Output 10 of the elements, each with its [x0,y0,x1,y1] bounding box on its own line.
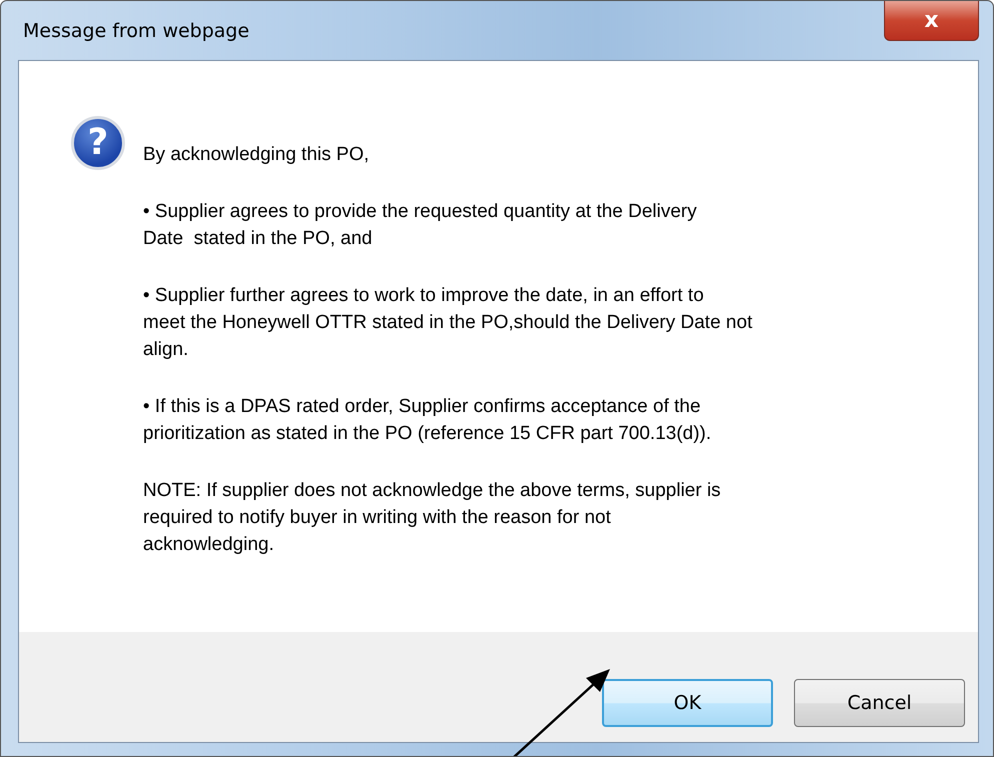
cancel-button[interactable]: Cancel [794,679,965,727]
message-paragraph: By acknowledging this PO, [143,143,370,167]
close-button[interactable]: x [884,1,979,41]
message-paragraph: • Supplier agrees to provide the requested quantity at the Delivery Date stated in the PO, and [143,200,698,251]
message-paragraph: NOTE: If supplier does not acknowledge the above terms, supplier is required to notify buyer in writing with the reason for not acknowledging. [143,479,722,557]
question-icon: ? [71,116,125,170]
message-paragraph: • Supplier further agrees to work to improve the date, in an effort to meet the Honeywell OTTR stated in the PO,should the Delivery Date not align. [143,284,752,362]
message-paragraph: • If this is a DPAS rated order, Supplier confirms acceptance of the prioritization as stated in the PO (reference 15 CFR part 700.13(d)). [143,395,712,446]
ok-button[interactable]: OK [602,679,773,727]
window-title: Message from webpage [23,20,250,42]
